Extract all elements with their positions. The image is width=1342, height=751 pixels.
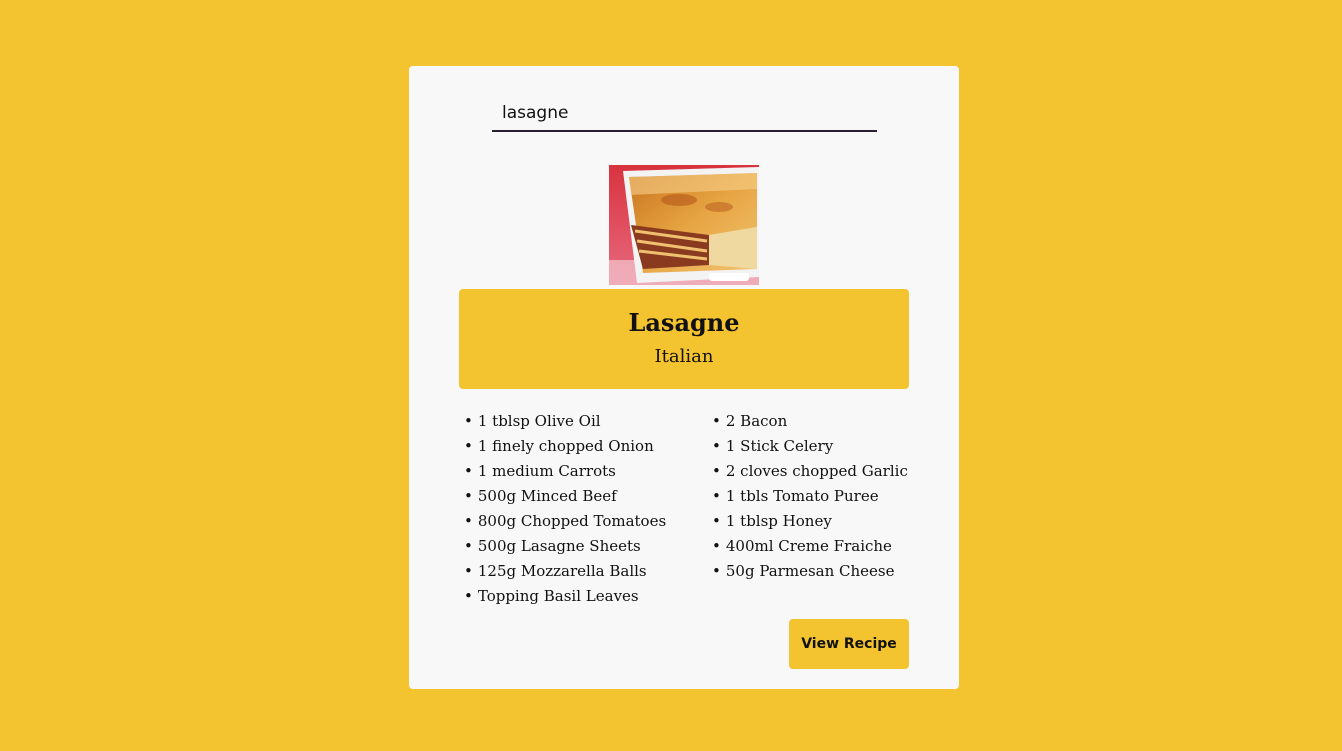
ingredient-item: 500g Minced Beef xyxy=(464,484,712,509)
view-recipe-button[interactable]: View Recipe xyxy=(789,619,909,669)
ingredient-item: 1 finely chopped Onion xyxy=(464,434,712,459)
ingredient-list: 1 tblsp Olive Oil 2 Bacon 1 finely chopp… xyxy=(464,409,924,609)
ingredient-item: 1 tblsp Honey xyxy=(712,509,924,534)
ingredient-item: 2 cloves chopped Garlic xyxy=(712,459,924,484)
ingredient-item: 125g Mozzarella Balls xyxy=(464,559,712,584)
recipe-card: Lasagne Italian 1 tblsp Olive Oil 2 Baco… xyxy=(409,66,959,689)
ingredient-item: 400ml Creme Fraiche xyxy=(712,534,924,559)
ingredient-item: 1 medium Carrots xyxy=(464,459,712,484)
meal-name: Lasagne xyxy=(628,308,740,337)
ingredient-item: 50g Parmesan Cheese xyxy=(712,559,924,584)
meal-image xyxy=(609,165,759,285)
meal-banner: Lasagne Italian xyxy=(459,289,909,389)
ingredient-item: 2 Bacon xyxy=(712,409,924,434)
ingredient-item: Topping Basil Leaves xyxy=(464,584,712,609)
meal-area: Italian xyxy=(654,346,714,367)
ingredient-item: 800g Chopped Tomatoes xyxy=(464,509,712,534)
ingredient-item: 1 Stick Celery xyxy=(712,434,924,459)
ingredient-item: 1 tbls Tomato Puree xyxy=(712,484,924,509)
search-input[interactable] xyxy=(492,96,877,132)
ingredient-item: 500g Lasagne Sheets xyxy=(464,534,712,559)
ingredient-item: 1 tblsp Olive Oil xyxy=(464,409,712,434)
